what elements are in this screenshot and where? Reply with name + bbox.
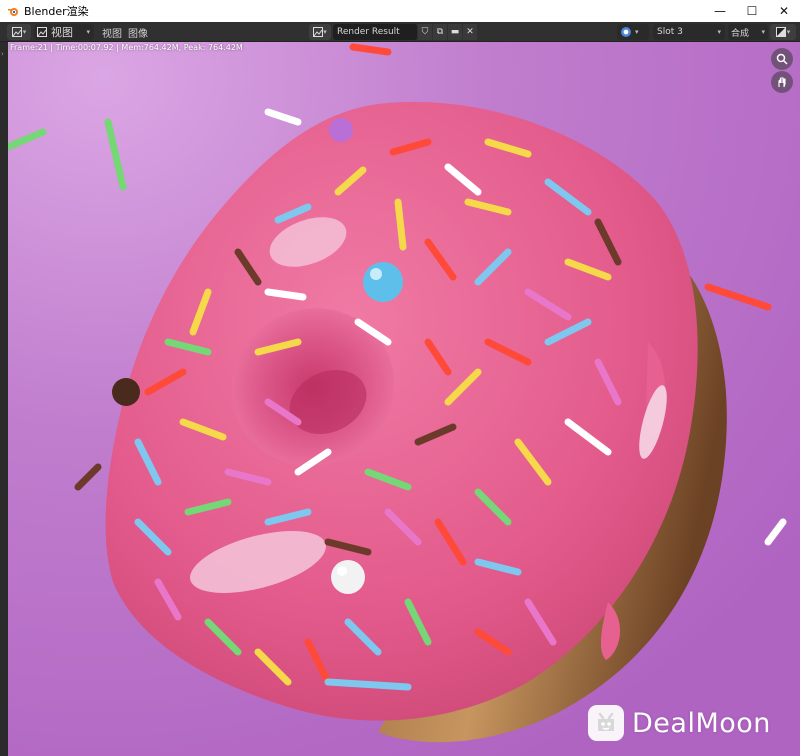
chevron-down-icon: ▾ [761,28,765,36]
zoom-view-button[interactable] [771,48,793,70]
layer-dropdown[interactable]: 合成 ▾ [728,24,768,40]
render-stats-text: Frame:21 | Time:00:07.92 | Mem:764.42M, … [10,43,243,52]
image-browse-button[interactable]: ▾ [309,24,331,40]
close-button[interactable]: ✕ [768,0,800,22]
chevron-down-icon: ▾ [22,28,27,36]
layer-label: 合成 [731,28,750,39]
new-image-icon[interactable]: ⧉ [433,24,447,40]
magnifier-icon [776,53,788,65]
slot-label: Slot 3 [657,27,683,37]
open-folder-icon[interactable]: ▬ [448,24,462,40]
editor-type-button[interactable]: ▾ [7,24,31,40]
watermark: DealMoon [588,704,771,742]
globe-view-icon [621,27,631,37]
expand-toolbar-icon[interactable]: › [1,50,4,58]
display-channels-button[interactable]: ▾ [770,24,796,40]
chevron-down-icon: ▾ [786,28,791,36]
donut-render-image [8,42,800,756]
chevron-down-icon: ▾ [86,28,90,36]
slot-dropdown[interactable]: Slot 3 ▾ [653,24,725,40]
dealmoon-logo-icon [588,705,624,741]
menu-image[interactable]: 图像 [128,25,148,40]
chevron-down-icon: ▾ [635,28,639,36]
minimize-button[interactable]: — [704,0,736,22]
image-editor-header: ▾ 视图 ▾ 视图 图像 ▾ Render Result ⛉ ⧉ ▬ ✕ ▾ S… [0,22,800,42]
image-icon [313,27,324,37]
window-title-bar: Blender渲染 — ☐ ✕ [0,0,800,22]
maximize-button[interactable]: ☐ [736,0,768,22]
view-mode-dropdown[interactable]: 视图 ▾ [34,24,94,40]
render-viewport[interactable] [8,42,800,756]
watermark-text: DealMoon [632,707,771,739]
blender-logo-icon [8,8,18,16]
render-view-button[interactable]: ▾ [617,24,649,40]
color-alpha-icon [775,27,786,37]
view-mode-label: 视图 [51,26,73,39]
hand-icon [778,76,786,88]
image-name-field[interactable]: Render Result [333,24,417,40]
image-view-icon [37,27,47,37]
window-title: Blender渲染 [24,5,89,18]
chevron-down-icon: ▾ [323,28,327,36]
menu-view[interactable]: 视图 [102,25,122,40]
chevron-down-icon: ▾ [717,28,721,36]
toolbar-edge[interactable]: › [0,42,8,756]
unlink-close-icon[interactable]: ✕ [463,24,477,40]
image-editor-icon [11,27,22,37]
pan-view-button[interactable] [771,71,793,93]
fake-user-shield-icon[interactable]: ⛉ [418,24,432,40]
